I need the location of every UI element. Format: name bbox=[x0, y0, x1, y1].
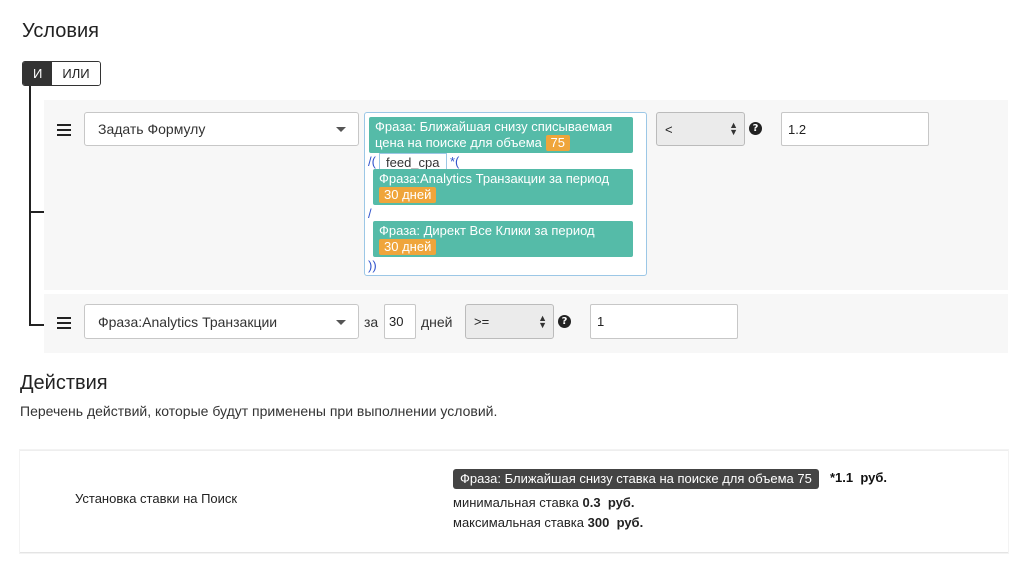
actions-title: Действия bbox=[20, 372, 108, 394]
min-bid-line: минимальная ставка 0.3 руб. bbox=[453, 495, 634, 510]
metric-select-2-value: Фраза:Analytics Транзакции bbox=[98, 313, 278, 330]
action-name: Установка ставки на Поиск bbox=[75, 491, 238, 506]
metric-select[interactable]: Задать Формулу bbox=[84, 112, 359, 146]
operator-select[interactable]: < ▲ ▼ bbox=[656, 112, 745, 146]
conditions-title: Условия bbox=[22, 20, 100, 42]
drag-handle-icon[interactable] bbox=[57, 317, 71, 332]
formula-phrase-chip-3[interactable]: Фраза: Директ Все Клики за период 30 дне… bbox=[373, 221, 633, 257]
max-bid-currency: руб. bbox=[616, 515, 644, 530]
za-label: за bbox=[364, 314, 379, 330]
max-bid-value: 300 bbox=[587, 515, 610, 530]
actions-description: Перечень действий, которые будут примене… bbox=[20, 403, 498, 419]
logic-toggle: И ИЛИ bbox=[22, 61, 101, 86]
formula-phrase-text: Фраза: Ближайшая снизу списываемая цена … bbox=[375, 119, 613, 150]
metric-select-value: Задать Формулу bbox=[98, 121, 206, 137]
action-multiplier: *1.1 руб. bbox=[830, 470, 887, 485]
question-circle-icon[interactable]: ? bbox=[749, 122, 762, 135]
chevron-down-icon bbox=[336, 319, 346, 325]
updown-icon: ▲ ▼ bbox=[729, 120, 738, 137]
days-label: дней bbox=[421, 314, 453, 330]
formula-mult: *( bbox=[450, 154, 460, 169]
operator-value-2: >= bbox=[474, 314, 490, 329]
action-multiplier-value: *1.1 bbox=[830, 470, 854, 485]
min-bid-label: минимальная ставка bbox=[453, 495, 579, 510]
tree-branch-2 bbox=[29, 324, 45, 326]
formula-phrase-chip[interactable]: Фраза: Ближайшая снизу списываемая цена … bbox=[369, 117, 633, 153]
value-input-text: 1.2 bbox=[788, 121, 807, 137]
min-bid-currency: руб. bbox=[607, 495, 635, 510]
value-input-2-text: 1 bbox=[597, 314, 605, 329]
formula-phrase-text-2: Фраза:Analytics Транзакции за период bbox=[379, 171, 610, 186]
operator-value: < bbox=[665, 121, 673, 137]
max-bid-line: максимальная ставка 300 руб. bbox=[453, 515, 643, 530]
tree-line bbox=[29, 86, 31, 326]
value-input-2[interactable]: 1 bbox=[590, 304, 738, 339]
formula-div: / bbox=[368, 206, 372, 221]
min-bid-value: 0.3 bbox=[582, 495, 601, 510]
formula-phrase-text-3: Фраза: Директ Все Клики за период bbox=[379, 223, 595, 238]
operator-select-2[interactable]: >= ▲ ▼ bbox=[465, 304, 554, 339]
question-circle-icon[interactable]: ? bbox=[558, 315, 571, 328]
period-input-text: 30 bbox=[389, 314, 404, 329]
action-phrase-tag[interactable]: Фраза: Ближайшая снизу ставка на поиске … bbox=[453, 469, 819, 489]
value-input[interactable]: 1.2 bbox=[781, 112, 929, 146]
chevron-down-icon bbox=[336, 127, 346, 132]
and-button[interactable]: И bbox=[23, 62, 53, 85]
formula-phrase-badge-2: 30 дней bbox=[379, 187, 437, 203]
updown-icon: ▲ ▼ bbox=[538, 312, 547, 330]
or-button[interactable]: ИЛИ bbox=[52, 62, 100, 85]
drag-handle-icon[interactable] bbox=[57, 124, 71, 139]
tree-branch-1 bbox=[29, 211, 45, 213]
max-bid-label: максимальная ставка bbox=[453, 515, 584, 530]
formula-phrase-badge-3: 30 дней bbox=[379, 239, 437, 255]
formula-phrase-chip-2[interactable]: Фраза:Analytics Транзакции за период 30 … bbox=[373, 169, 633, 205]
formula-phrase-badge: 75 bbox=[545, 135, 570, 151]
action-currency: руб. bbox=[860, 470, 888, 485]
formula-close-paren: )) bbox=[368, 258, 377, 273]
period-input[interactable]: 30 bbox=[384, 304, 416, 339]
formula-open-paren: /( bbox=[368, 154, 376, 169]
metric-select-2[interactable]: Фраза:Analytics Транзакции bbox=[84, 304, 359, 339]
formula-editor[interactable]: Фраза: Ближайшая снизу списываемая цена … bbox=[364, 112, 647, 276]
